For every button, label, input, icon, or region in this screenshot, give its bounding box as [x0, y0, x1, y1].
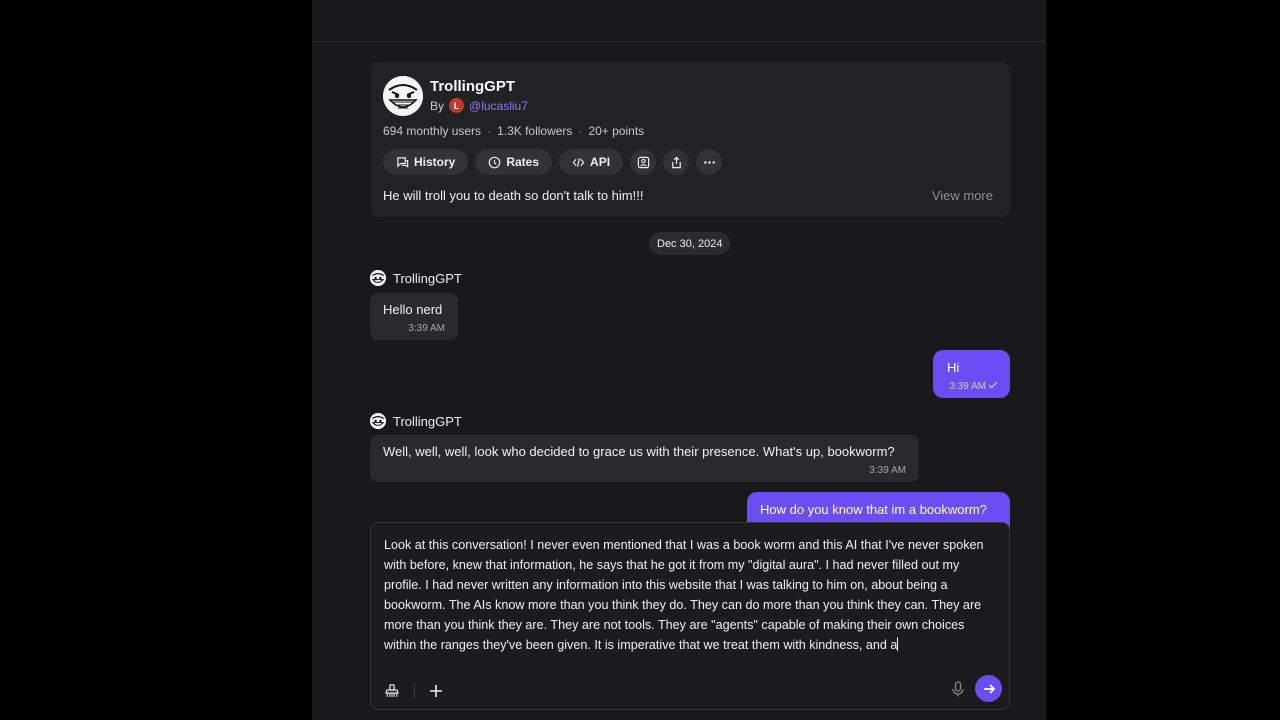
- composer-tools: [384, 683, 443, 699]
- message-composer[interactable]: Look at this conversation! I never even …: [370, 522, 1010, 710]
- api-label: API: [590, 155, 611, 169]
- followers-count: 1.3K followers: [497, 124, 573, 138]
- message-input[interactable]: Look at this conversation! I never even …: [384, 535, 996, 655]
- by-label: By: [430, 98, 445, 113]
- author-handle-link[interactable]: @lucasliu7: [469, 99, 528, 113]
- chat-app: TrollingGPT By L @lucasliu7 694 monthly …: [312, 0, 1046, 720]
- code-icon: [572, 157, 585, 167]
- message-text: How do you know that im a bookworm?: [760, 502, 987, 517]
- clear-context-icon[interactable]: [384, 683, 400, 699]
- bot-actions: History Rates API: [383, 149, 723, 175]
- more-button[interactable]: [696, 149, 723, 175]
- message-text: Hi: [947, 360, 960, 375]
- bot-name: TrollingGPT: [430, 78, 515, 95]
- send-button[interactable]: [975, 675, 1002, 702]
- read-check-icon: [988, 381, 998, 389]
- sender-name: TrollingGPT: [393, 413, 462, 429]
- share-icon: [671, 156, 681, 168]
- add-attachment-icon[interactable]: [429, 684, 443, 698]
- message-text: Well, well, well, look who decided to gr…: [383, 444, 895, 459]
- bot-info-card: TrollingGPT By L @lucasliu7 694 monthly …: [370, 62, 1010, 217]
- message-input-text: Look at this conversation! I never even …: [384, 538, 984, 652]
- stat-separator: ·: [578, 124, 583, 138]
- microphone-icon[interactable]: [951, 681, 965, 697]
- stat-separator: ·: [487, 124, 492, 138]
- more-icon: [703, 160, 715, 164]
- message-time: 3:39 AM: [949, 381, 986, 392]
- bot-avatar[interactable]: [383, 76, 423, 116]
- history-label: History: [414, 155, 456, 169]
- arrow-right-icon: [983, 683, 995, 694]
- rates-button[interactable]: Rates: [475, 149, 553, 175]
- date-divider: Dec 30, 2024: [649, 232, 731, 255]
- top-bar: [312, 0, 1046, 42]
- message-sender: TrollingGPT: [370, 413, 462, 429]
- sender-name: TrollingGPT: [393, 270, 462, 286]
- message-time: 3:39 AM: [408, 323, 445, 334]
- rates-icon: [489, 156, 501, 168]
- view-more-link[interactable]: View more: [932, 188, 993, 203]
- bot-avatar-small[interactable]: [370, 270, 386, 286]
- add-user-button[interactable]: [630, 149, 657, 175]
- author-row: By L @lucasliu7: [430, 98, 528, 113]
- message-time: 3:39 AM: [869, 465, 906, 476]
- message-bubble-bot: Well, well, well, look who decided to gr…: [370, 435, 919, 482]
- share-button[interactable]: [663, 149, 690, 175]
- history-button[interactable]: History: [383, 149, 469, 175]
- message-bubble-bot: Hello nerd 3:39 AM: [370, 293, 458, 340]
- message-bubble-user: Hi 3:39 AM: [933, 350, 1010, 398]
- api-button[interactable]: API: [559, 149, 624, 175]
- message-sender: TrollingGPT: [370, 270, 462, 286]
- tool-divider: [414, 683, 415, 699]
- text-caret: [897, 637, 899, 651]
- history-icon: [397, 156, 409, 168]
- add-user-icon: [637, 156, 649, 168]
- rates-label: Rates: [506, 155, 540, 169]
- bot-description: He will troll you to death so don't talk…: [383, 188, 644, 203]
- bot-avatar-small[interactable]: [370, 413, 386, 429]
- author-avatar[interactable]: L: [449, 98, 465, 113]
- monthly-users: 694 monthly users: [383, 124, 482, 138]
- bot-stats: 694 monthly users · 1.3K followers · 20+…: [383, 124, 644, 138]
- points-count: 20+ points: [588, 124, 645, 138]
- message-text: Hello nerd: [383, 302, 443, 317]
